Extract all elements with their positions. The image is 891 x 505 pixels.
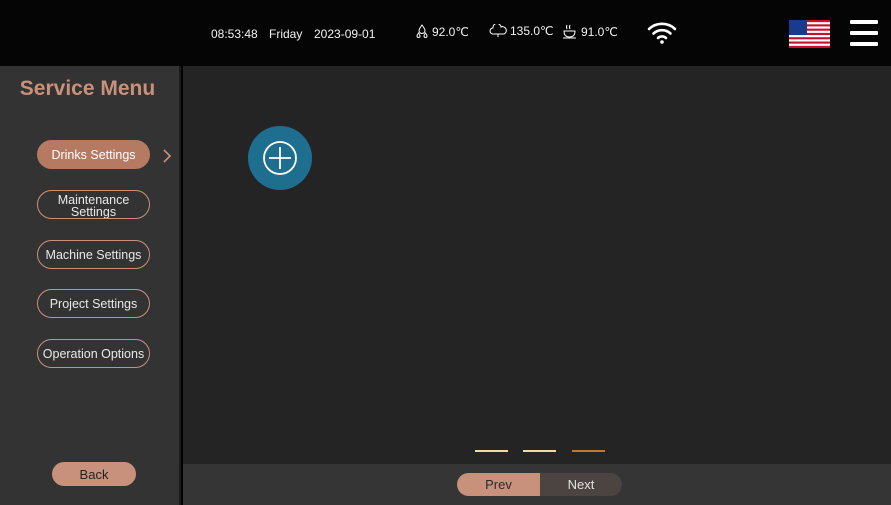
water-drops-icon [416, 24, 428, 38]
water-temperature: 92.0℃ [415, 24, 469, 40]
sidebar-item-maintenance-settings[interactable]: Maintenance Settings [37, 190, 150, 219]
hot-cup-icon [563, 24, 576, 39]
steam-cloud-icon [489, 24, 507, 37]
page-indicator-dot [475, 450, 508, 452]
sidebar-item-drinks-settings[interactable]: Drinks Settings [37, 140, 150, 169]
sidebar-item-operation-options[interactable]: Operation Options [37, 339, 150, 368]
page-indicator-dot [523, 450, 556, 452]
add-drink-button[interactable] [248, 126, 312, 190]
hamburger-menu-icon[interactable] [850, 20, 878, 46]
sidebar-item-project-settings[interactable]: Project Settings [37, 289, 150, 318]
prev-page-button[interactable]: Prev [457, 473, 540, 496]
pagination-controls: Prev Next [457, 473, 622, 496]
sidebar: Service Menu Drinks Settings Maintenance… [0, 66, 181, 505]
page-indicator-dot-current [572, 450, 605, 452]
steam-temperature-value: 135.0℃ [510, 24, 554, 38]
brew-temperature-value: 91.0℃ [581, 24, 618, 39]
drinks-grid [183, 66, 891, 464]
sidebar-item-machine-settings[interactable]: Machine Settings [37, 240, 150, 269]
date: 2023-09-01 [314, 27, 376, 41]
us-flag-icon[interactable] [789, 20, 830, 48]
weekday: Friday [269, 27, 303, 41]
plus-circle-icon [263, 141, 297, 175]
chevron-right-icon [163, 149, 172, 163]
pagination-bar: Prev Next [183, 464, 891, 505]
page-indicator [475, 450, 615, 453]
steam-temperature: 135.0℃ [489, 24, 554, 38]
wifi-icon[interactable] [647, 21, 677, 45]
clock-time: 08:53:48 [211, 27, 258, 41]
sidebar-item-label: Settings [70, 205, 117, 219]
status-bar: 08:53:48 Friday 2023-09-01 92.0℃ 135.0℃ … [0, 0, 891, 66]
sidebar-title: Service Menu [19, 77, 156, 100]
next-page-button[interactable]: Next [540, 473, 622, 496]
back-button[interactable]: Back [52, 462, 136, 486]
water-temperature-value: 92.0℃ [432, 25, 469, 39]
brew-temperature: 91.0℃ [562, 24, 618, 39]
